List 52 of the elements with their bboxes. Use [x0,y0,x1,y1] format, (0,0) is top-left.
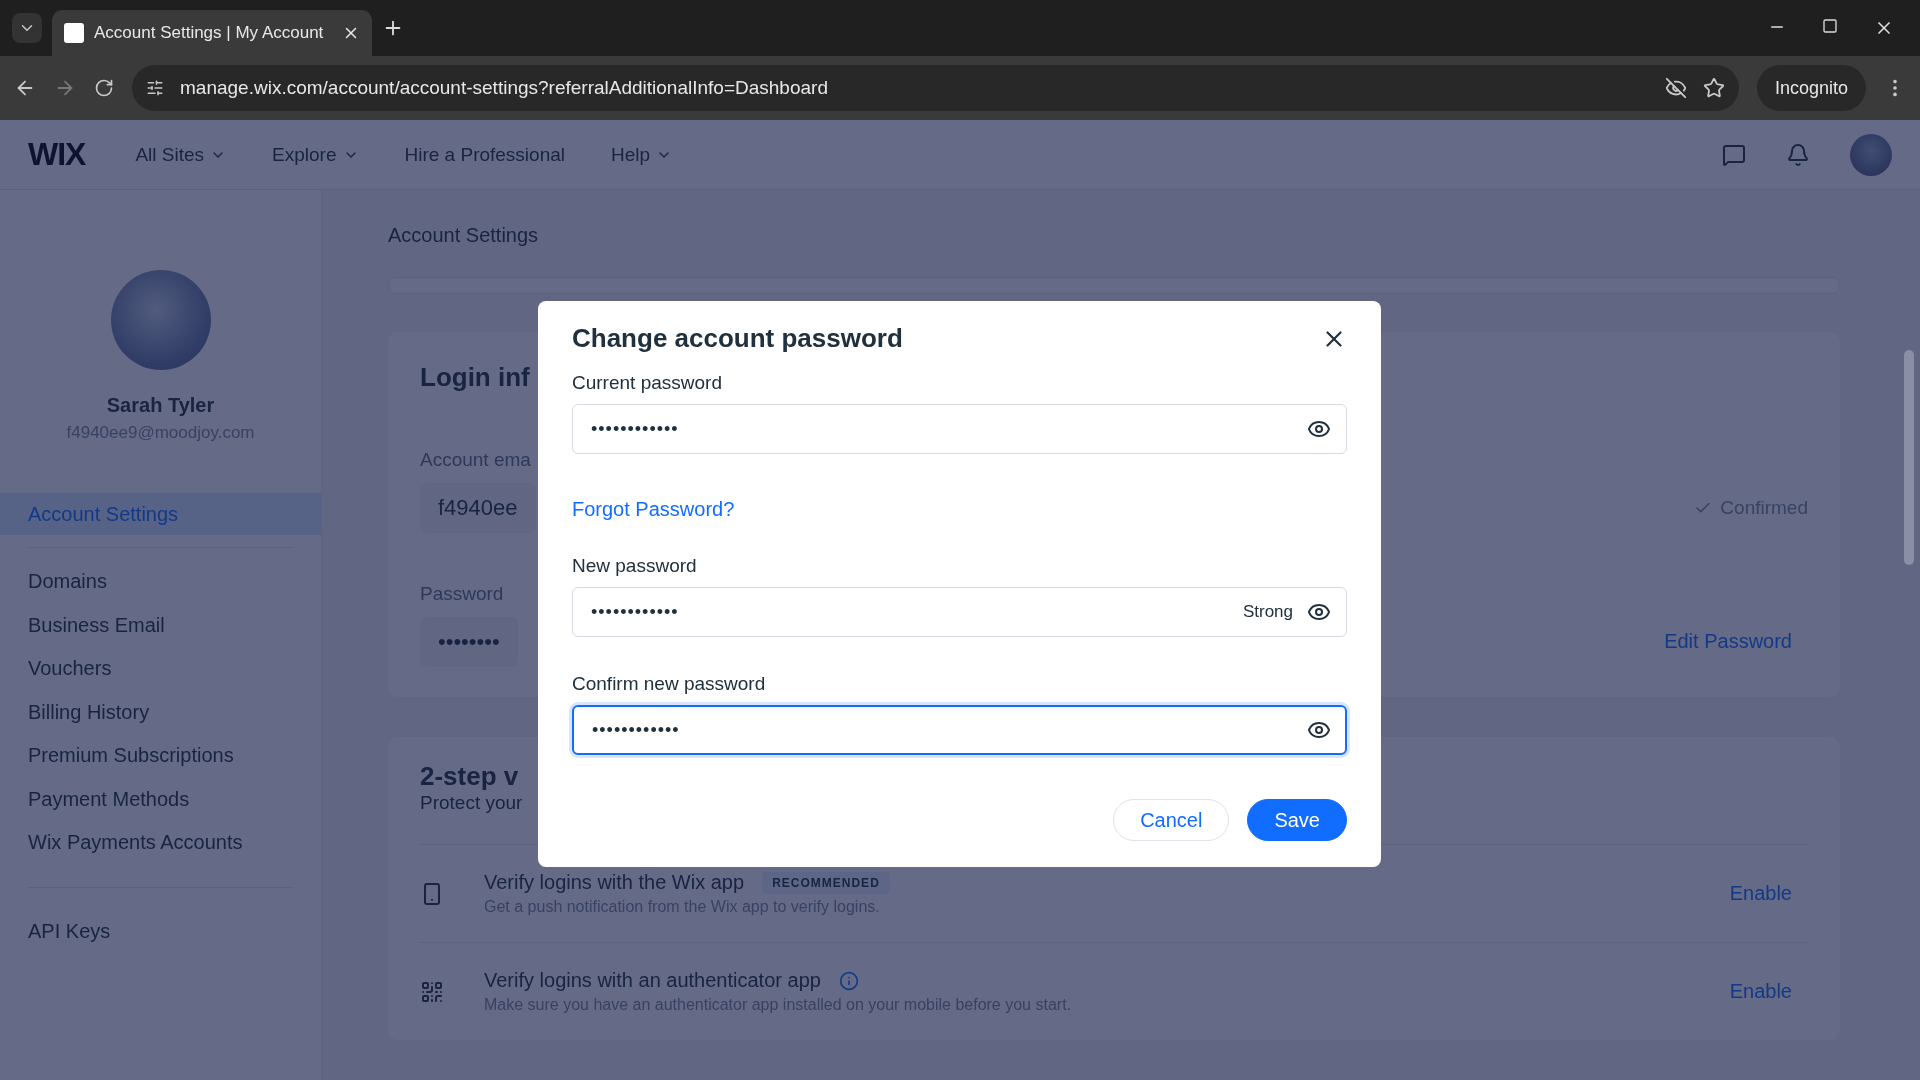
save-button[interactable]: Save [1247,799,1347,841]
sidebar-item[interactable]: API Keys [0,909,321,953]
enable-button[interactable]: Enable [1713,874,1808,913]
method-title: Verify logins with the Wix app [484,871,745,894]
field-label: New password [572,555,697,577]
forgot-password-link[interactable]: Forgot Password? [572,498,735,521]
sidebar-item[interactable]: Billing History [0,690,321,734]
enable-button[interactable]: Enable [1713,972,1808,1011]
section-heading: 2-step v [420,761,519,792]
sidebar-item[interactable]: Wix Payments Accounts [0,821,321,865]
section-heading: Login inf [420,361,530,393]
page-title: Account Settings [388,224,539,247]
info-icon [838,970,859,991]
scrollbar-thumb[interactable] [1904,350,1914,565]
sidebar-item[interactable]: Business Email [0,603,321,647]
sidebar-item[interactable]: Vouchers [0,647,321,691]
password-field[interactable]: •••••••••••• [572,705,1347,755]
password-value: •••••••• [420,616,518,667]
cancel-button[interactable]: Cancel [1113,799,1230,841]
site-info-icon [146,79,164,97]
address-bar[interactable]: manage.wix.com/account/account-settings?referralAdditionalInfo=Dashboard [132,65,1739,111]
edit-password-button[interactable]: Edit Password [1648,622,1808,662]
dialog-title: Change account password [572,323,903,354]
tracking-blocked-icon [1664,77,1687,99]
qr-code-icon [420,979,444,1004]
chat-icon[interactable] [1722,142,1746,167]
browser-tab[interactable]: Account Settings | My Account [52,10,372,56]
logo: WIX [28,136,86,173]
sidebar-item[interactable]: Payment Methods [0,777,321,821]
sidebar-item[interactable]: Premium Subscriptions [0,734,321,778]
section-subtitle: Protect your [420,792,523,814]
incognito-button[interactable]: Incognito [1756,65,1866,111]
sidebar-item[interactable]: Domains [0,560,321,604]
bookmark-icon[interactable] [1702,77,1725,99]
favicon-icon [64,23,84,43]
nav-link[interactable]: Explore [266,142,365,167]
strength-label: Strong [1242,602,1293,622]
recommended-badge: RECOMMENDED [762,871,890,894]
user-name: Sarah Tyler [106,394,215,417]
reload-icon[interactable] [94,78,114,98]
password-field[interactable]: •••••••••••• [572,404,1347,454]
email-value: f4940ee [420,482,536,533]
nav-link[interactable]: All Sites [129,142,233,167]
field-label: Current password [572,372,722,394]
nav-link[interactable]: Hire a Professional [398,142,572,167]
restore-icon[interactable] [1822,18,1838,34]
tab-list-button[interactable] [12,13,42,43]
field-label: Confirm new password [572,673,766,695]
sidebar-item[interactable]: Account Settings [0,493,321,535]
nav-link[interactable]: Help [605,142,679,167]
notifications-icon[interactable] [1786,142,1810,167]
method-title: Verify logins with an authenticator app [484,969,821,992]
